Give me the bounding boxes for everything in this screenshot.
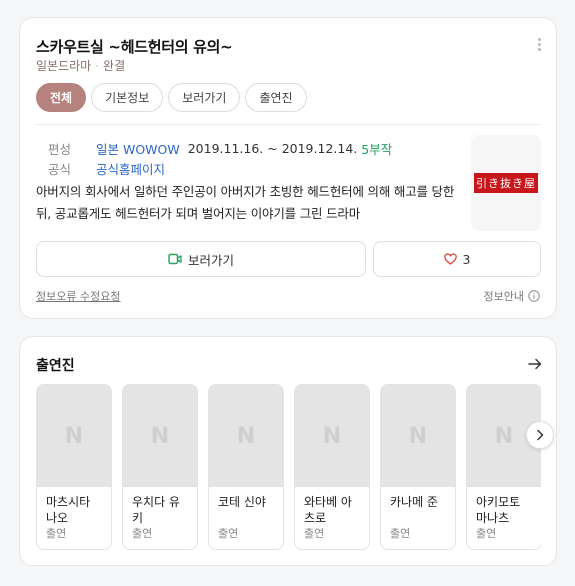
tab-basic-info[interactable]: 기본정보 (91, 83, 164, 112)
report-error-link[interactable]: 정보오류 수정요청 (36, 288, 120, 304)
info-guide-label: 정보안내 (483, 290, 524, 303)
episode-count: 5부작 (361, 141, 393, 157)
arrow-right-icon[interactable] (528, 358, 542, 370)
cast-role: 출연 (476, 527, 497, 540)
divider (36, 124, 540, 125)
like-button[interactable]: 3 (373, 241, 541, 277)
chevron-right-icon (537, 429, 544, 441)
cast-card-item[interactable]: N 코테 신야 출연 (208, 384, 284, 550)
official-label: 공식 (48, 161, 72, 177)
watch-button[interactable]: 보러가기 (36, 241, 366, 277)
like-count: 3 (462, 251, 471, 267)
drama-meta: 일본드라마 · 완결 (36, 59, 126, 73)
broadcast-row: 편성 일본 WOWOW 2019.11.16. ~ 2019.12.14. 5부… (48, 138, 392, 158)
poster-title: 引き抜き屋 (474, 173, 538, 193)
tab-bar: 전체 기본정보 보러가기 출연진 (36, 83, 307, 112)
profile-placeholder: N (209, 385, 283, 487)
cast-name: 마츠시타 나오 (46, 495, 91, 525)
cast-card-item[interactable]: N 카나메 준 출연 (380, 384, 456, 550)
profile-placeholder: N (123, 385, 197, 487)
cast-card: 출연진 N 마츠시타 나오 출연 N 우치다 유키 출연 N 코테 신야 출연 … (19, 336, 557, 566)
cast-list: N 마츠시타 나오 출연 N 우치다 유키 출연 N 코테 신야 출연 N 와타… (36, 384, 541, 550)
cast-card-item[interactable]: N 와타베 아츠로 출연 (294, 384, 370, 550)
official-row: 공식 공식홈페이지 (48, 158, 392, 178)
synopsis: 아버지의 회사에서 일하던 주인공이 아버지가 초빙한 헤드헌터에 의해 해고를… (36, 184, 455, 221)
air-dates: 2019.11.16. ~ 2019.12.14. (187, 140, 358, 156)
play-icon (168, 253, 182, 265)
drama-info-card: 스카우트실 ~헤드헌터의 유의~ 일본드라마 · 완결 전체 기본정보 보러가기 출… (19, 17, 557, 319)
network-link[interactable]: 일본 WOWOW (96, 139, 180, 158)
cast-name: 우치다 유키 (132, 495, 180, 525)
cast-role: 출연 (46, 527, 67, 540)
cast-role: 출연 (218, 527, 239, 540)
cast-name: 코테 신야 (218, 495, 266, 509)
next-cast-button[interactable] (526, 421, 554, 449)
cast-card-item[interactable]: N 우치다 유키 출연 (122, 384, 198, 550)
tab-all[interactable]: 전체 (36, 83, 87, 112)
cast-section-title[interactable]: 출연진 (36, 355, 75, 375)
info-guide-link[interactable]: 정보안내 (484, 288, 540, 304)
tab-cast[interactable]: 출연진 (245, 83, 307, 112)
drama-title[interactable]: 스카우트실 ~헤드헌터의 유의~ (36, 36, 233, 57)
info-icon (528, 290, 540, 302)
cast-name: 와타베 아츠로 (304, 495, 352, 525)
cast-role: 출연 (390, 527, 411, 540)
official-homepage-link[interactable]: 공식홈페이지 (96, 159, 165, 178)
cast-card-item[interactable]: N 아키모토 마나츠 출연 (466, 384, 541, 550)
cast-name: 카나메 준 (390, 495, 438, 509)
profile-placeholder: N (295, 385, 369, 487)
poster-image[interactable]: 引き抜き屋 (471, 135, 541, 231)
tab-watch[interactable]: 보러가기 (168, 83, 241, 112)
profile-placeholder: N (381, 385, 455, 487)
cast-name: 아키모토 마나츠 (476, 495, 521, 525)
cast-role: 출연 (132, 527, 153, 540)
broadcast-label: 편성 (48, 141, 72, 157)
more-vertical-icon[interactable] (538, 38, 542, 52)
genre-label: 일본드라마 (36, 59, 92, 73)
cast-card-item[interactable]: N 마츠시타 나오 출연 (36, 384, 112, 550)
watch-button-label: 보러가기 (187, 252, 234, 268)
profile-placeholder: N (37, 385, 111, 487)
heart-icon (443, 253, 457, 265)
cast-role: 출연 (304, 527, 325, 540)
status-label: 완결 (103, 59, 126, 73)
info-table: 편성 일본 WOWOW 2019.11.16. ~ 2019.12.14. 5부… (48, 138, 392, 178)
